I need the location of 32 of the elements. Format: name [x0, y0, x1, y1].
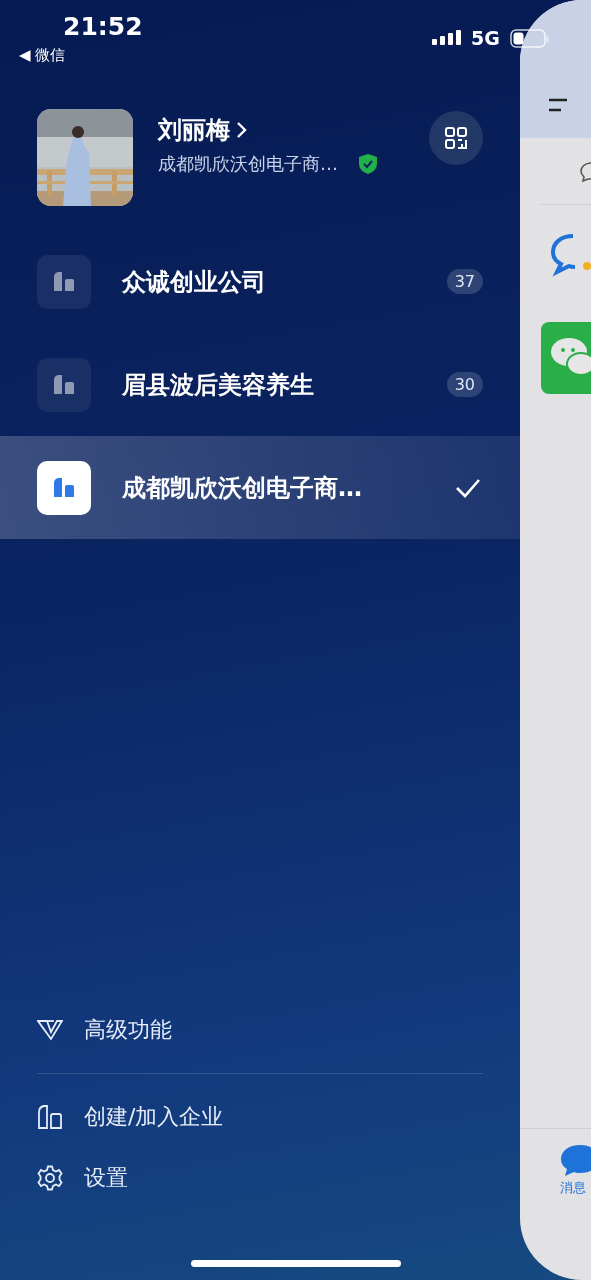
- status-time: 21:52: [63, 12, 143, 41]
- building-icon: [53, 476, 75, 499]
- network-label: 5G: [471, 27, 500, 49]
- company-item[interactable]: 眉县波后美容养生 30: [0, 333, 520, 436]
- settings-icon: [37, 1165, 63, 1191]
- qr-code-button[interactable]: [429, 110, 483, 165]
- qr-code-icon: [444, 125, 468, 150]
- checkmark-icon: [455, 477, 481, 498]
- company-title: 众诚创业公司: [122, 266, 266, 298]
- chevron-right-icon[interactable]: [236, 120, 248, 139]
- menu-item[interactable]: 设置: [84, 1163, 128, 1193]
- building-icon: [37, 1104, 63, 1130]
- building-icon: [53, 373, 75, 396]
- unread-count: 37: [446, 269, 483, 294]
- tab-label[interactable]: 消息: [560, 1179, 591, 1197]
- v-logo-icon: [37, 1019, 63, 1041]
- company-title: 成都凯欣沃创电子商…: [122, 472, 362, 504]
- menu-item[interactable]: 高级功能: [84, 1015, 172, 1045]
- building-icon: [53, 270, 75, 293]
- unread-count: 30: [446, 372, 483, 397]
- menu-item[interactable]: 创建/加入企业: [84, 1102, 224, 1132]
- battery-icon: [510, 29, 550, 49]
- company-item[interactable]: 成都凯欣沃创电子商…: [0, 436, 520, 539]
- company-name: 成都凯欣沃创电子商…: [158, 151, 338, 176]
- back-link[interactable]: ◀ 微信: [19, 46, 66, 65]
- menu-icon[interactable]: [547, 98, 569, 112]
- signal-icon: [432, 29, 462, 47]
- company-item[interactable]: 众诚创业公司 37: [0, 230, 520, 333]
- main-panel[interactable]: 消息: [520, 0, 591, 1280]
- chat-bubble-icon[interactable]: [560, 1143, 591, 1177]
- company-title: 眉县波后美容养生: [122, 369, 314, 401]
- user-name[interactable]: 刘丽梅: [158, 113, 230, 146]
